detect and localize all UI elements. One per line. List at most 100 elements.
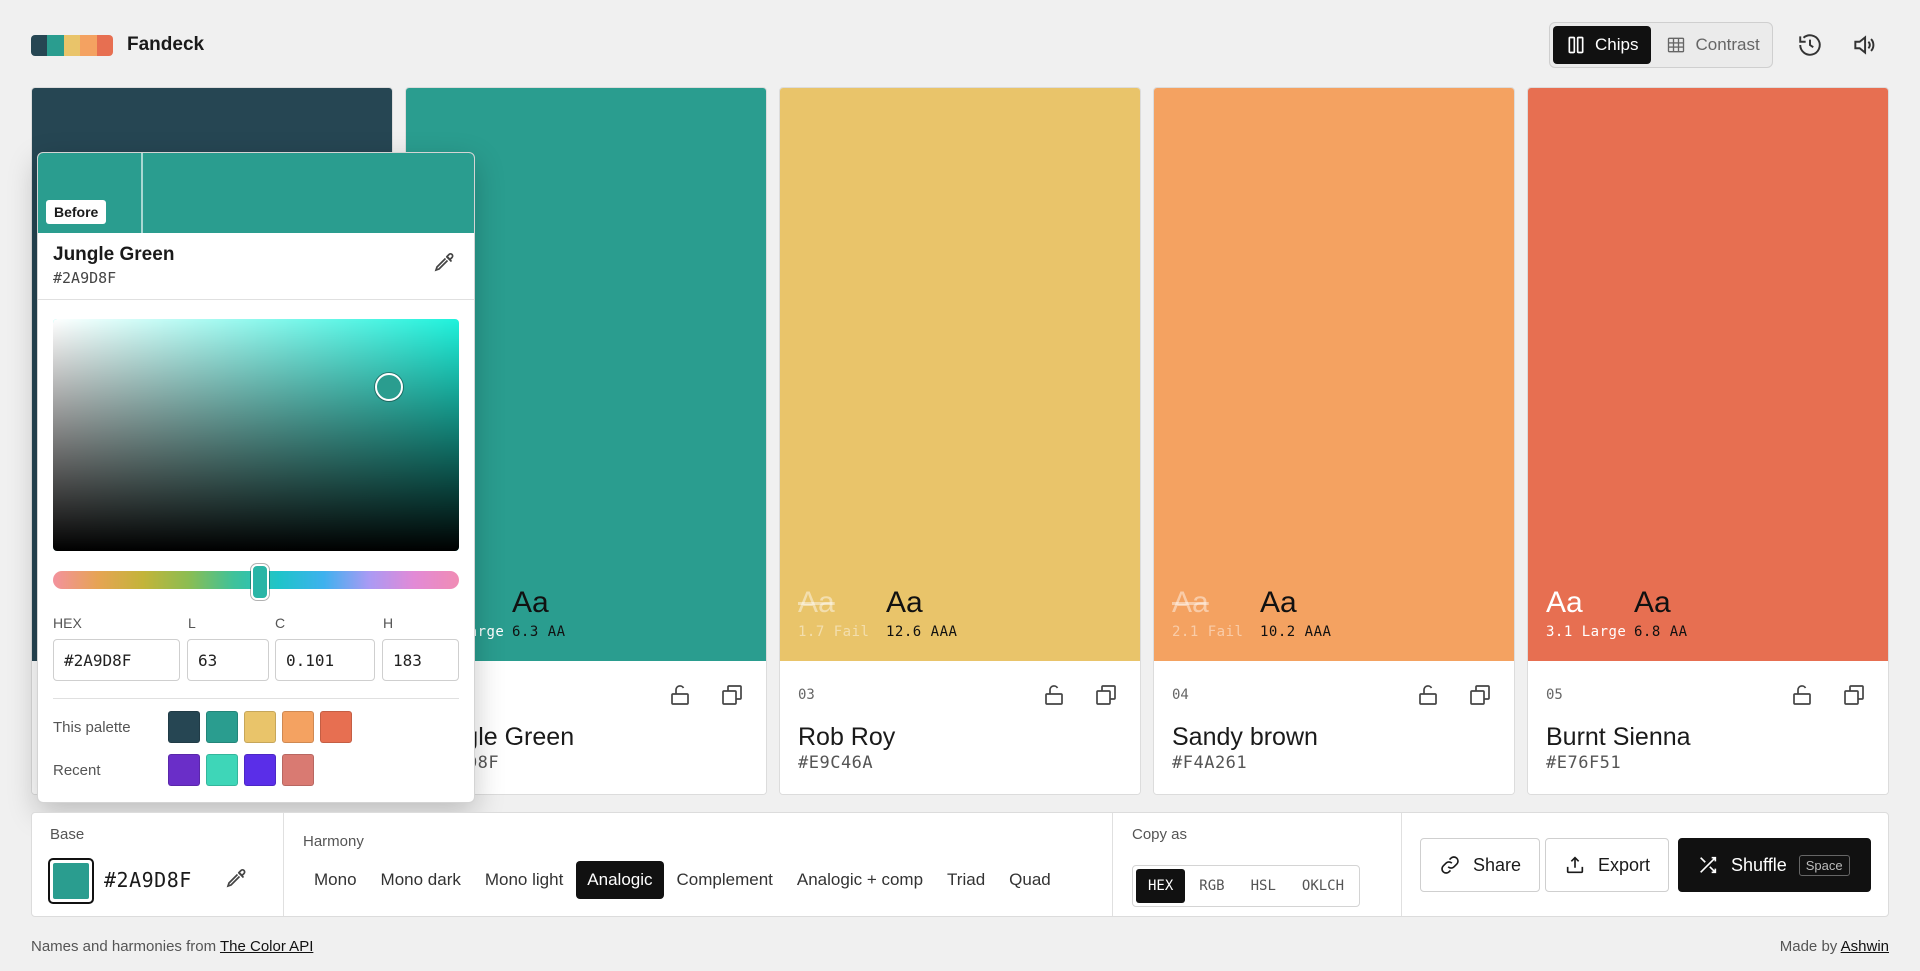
picker-eyedropper-button[interactable] — [432, 252, 456, 276]
unlock-icon — [1419, 685, 1437, 705]
recent-swatch[interactable] — [244, 754, 276, 786]
c-field-label: C — [275, 615, 286, 631]
chip-color-name: Burnt Sienna — [1546, 723, 1691, 751]
saturation-value-area[interactable] — [53, 319, 459, 551]
contrast-light: Aa 2.1 Fail — [1172, 586, 1243, 641]
harmony-option[interactable]: Mono — [303, 861, 368, 899]
lock-button[interactable] — [1416, 683, 1440, 707]
contrast-light: Aa 3.1 Large — [1546, 588, 1627, 641]
harmony-label: Harmony — [303, 833, 364, 850]
view-contrast-button[interactable]: Contrast — [1653, 26, 1772, 64]
sound-button[interactable] — [1851, 32, 1877, 58]
share-button[interactable]: Share — [1420, 838, 1541, 892]
recent-swatch[interactable] — [206, 754, 238, 786]
contrast-ratio: 6.8 AA — [1634, 624, 1688, 640]
palette-chip[interactable]: Aa 2.1 Fail Aa 10.2 AAA 04 Sandy brown #… — [1153, 87, 1515, 795]
copy-icon — [722, 685, 742, 705]
copy-format-option[interactable]: RGB — [1187, 869, 1236, 903]
h-input[interactable]: 183 — [382, 639, 459, 681]
columns-icon — [1568, 36, 1584, 54]
palette-swatch[interactable] — [244, 711, 276, 743]
contrast-ratio: 12.6 AAA — [886, 624, 958, 640]
share-label: Share — [1473, 854, 1522, 875]
chip-index: 05 — [1546, 687, 1563, 703]
view-chips-button[interactable]: Chips — [1553, 26, 1652, 64]
copy-format-option[interactable]: OKLCH — [1290, 869, 1356, 903]
palette-chip[interactable]: Aa 3.1 Large Aa 6.8 AA 05 Burnt Sienna #… — [1527, 87, 1889, 795]
footer-credit-right: Made by Ashwin — [1780, 938, 1889, 955]
base-hex-value[interactable]: #2A9D8F — [104, 868, 192, 892]
after-color-preview — [143, 153, 474, 233]
upload-icon — [1566, 856, 1584, 874]
history-button[interactable] — [1797, 32, 1823, 58]
contrast-sample: Aa — [886, 586, 923, 619]
copy-button[interactable] — [1842, 683, 1866, 707]
harmony-option[interactable]: Mono light — [474, 861, 574, 899]
recent-swatch[interactable] — [168, 754, 200, 786]
copy-format-option[interactable]: HEX — [1136, 869, 1186, 903]
hue-slider-handle[interactable] — [251, 564, 269, 600]
contrast-ratio: 1.7 Fail — [798, 624, 870, 640]
divider — [1112, 813, 1113, 916]
app-title: Fandeck — [127, 34, 205, 55]
copy-icon — [1844, 685, 1864, 705]
lock-button[interactable] — [1042, 683, 1066, 707]
copy-button[interactable] — [1094, 683, 1118, 707]
shuffle-button[interactable]: Shuffle Space — [1678, 838, 1871, 892]
before-color-preview[interactable]: Before — [38, 153, 143, 233]
l-input[interactable]: 63 — [187, 639, 269, 681]
c-input[interactable]: 0.101 — [275, 639, 375, 681]
contrast-dark: Aa 10.2 AAA — [1260, 586, 1331, 641]
harmony-option[interactable]: Analogic — [576, 861, 664, 899]
saturation-value-handle[interactable] — [375, 373, 403, 401]
palette-swatch[interactable] — [282, 711, 314, 743]
harmony-option[interactable]: Quad — [998, 861, 1062, 899]
contrast-sample: Aa — [1172, 586, 1209, 619]
this-palette-swatches — [168, 711, 352, 743]
chip-swatch[interactable]: Aa 1.7 Fail Aa 12.6 AAA — [780, 88, 1140, 661]
color-api-link[interactable]: The Color API — [220, 938, 313, 955]
harmony-option[interactable]: Triad — [936, 861, 996, 899]
contrast-sample: Aa — [1260, 586, 1297, 619]
lock-button[interactable] — [1790, 683, 1814, 707]
base-color-swatch[interactable] — [48, 858, 94, 904]
chip-color-hex[interactable]: #E76F51 — [1546, 753, 1621, 773]
recent-swatches — [168, 754, 314, 786]
copy-format-option[interactable]: HSL — [1239, 869, 1288, 903]
chip-color-hex[interactable]: #F4A261 — [1172, 753, 1247, 773]
chip-color-hex[interactable]: #E9C46A — [798, 753, 873, 773]
copy-button[interactable] — [1468, 683, 1492, 707]
harmony-option[interactable]: Analogic + comp — [786, 861, 934, 899]
chip-swatch[interactable]: Aa 2.1 Fail Aa 10.2 AAA — [1154, 88, 1514, 661]
copy-button[interactable] — [720, 683, 744, 707]
h-field-label: H — [383, 615, 394, 631]
base-eyedropper-button[interactable] — [224, 868, 248, 892]
copy-as-label: Copy as — [1132, 826, 1188, 843]
contrast-dark: Aa 6.8 AA — [1634, 588, 1688, 641]
color-picker-popover: Before Jungle Green #2A9D8F HEX L C H #2… — [37, 152, 475, 803]
export-button[interactable]: Export — [1545, 838, 1670, 892]
palette-swatch[interactable] — [206, 711, 238, 743]
contrast-ratio: 3.1 Large — [1546, 624, 1627, 640]
speaker-icon — [1854, 35, 1875, 55]
palette-chip[interactable]: Aa 1.7 Fail Aa 12.6 AAA 03 Rob Roy #E9C4… — [779, 87, 1141, 795]
footer-right-text: Made by — [1779, 938, 1838, 955]
harmony-option[interactable]: Complement — [666, 861, 784, 899]
unlock-icon — [671, 685, 689, 705]
view-chips-label: Chips — [1595, 35, 1639, 54]
hex-field-label: HEX — [53, 615, 82, 631]
recent-swatch[interactable] — [282, 754, 314, 786]
hex-input[interactable]: #2A9D8F — [53, 639, 180, 681]
lock-button[interactable] — [668, 683, 692, 707]
app-logo — [31, 35, 113, 56]
harmony-option[interactable]: Mono dark — [370, 861, 472, 899]
contrast-sample: Aa — [512, 586, 549, 619]
palette-swatch[interactable] — [320, 711, 352, 743]
chip-swatch[interactable]: Aa 3.1 Large Aa 6.8 AA — [1528, 88, 1888, 661]
logo-stripe — [47, 35, 64, 56]
eyedropper-icon — [226, 869, 246, 888]
shuffle-label: Shuffle — [1731, 854, 1787, 875]
palette-swatch[interactable] — [168, 711, 200, 743]
base-label: Base — [50, 826, 85, 843]
author-link[interactable]: Ashwin — [1841, 938, 1889, 955]
